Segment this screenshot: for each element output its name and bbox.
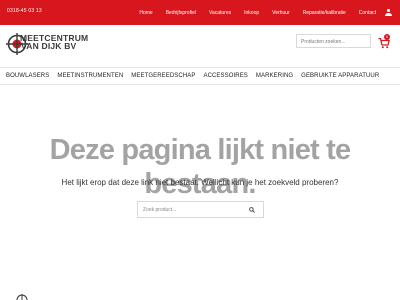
page-search-placeholder: Zoek product... bbox=[143, 207, 177, 213]
top-nav: Home Bedrijfsprofiel Vacatures Inkoop Ve… bbox=[126, 0, 392, 25]
category-meetgereedschap[interactable]: MEETGEREEDSCHAP bbox=[131, 73, 195, 79]
site-header: MEETCENTRUM VAN DIJK BV Producten zoeken… bbox=[0, 25, 400, 65]
site-logo[interactable]: MEETCENTRUM VAN DIJK BV bbox=[6, 31, 88, 57]
nav-bedrijfsprofiel[interactable]: Bedrijfsprofiel bbox=[166, 10, 196, 16]
nav-reparatie-kalibratie[interactable]: Reparatie/kalibratie bbox=[303, 10, 346, 16]
product-search-placeholder: Producten zoeken... bbox=[301, 39, 346, 45]
page-title: Deze pagina lijkt niet te bestaan. bbox=[49, 134, 351, 200]
footer-logo-icon bbox=[16, 294, 28, 300]
phone-number[interactable]: 0318-45 03 13 bbox=[7, 8, 42, 14]
cart-count-badge: 0 bbox=[384, 34, 390, 40]
category-meetinstrumenten[interactable]: MEETINSTRUMENTEN bbox=[57, 73, 123, 79]
not-found-message: Het lijkt erop dat deze link niet bestaa… bbox=[61, 178, 339, 187]
category-nav: BOUWLASERS MEETINSTRUMENTEN MEETGEREEDSC… bbox=[0, 67, 400, 85]
search-icon[interactable] bbox=[249, 207, 255, 213]
category-markering[interactable]: MARKERING bbox=[256, 73, 293, 79]
logo-line-2: VAN DIJK BV bbox=[21, 41, 77, 51]
page-search-input[interactable]: Zoek product... bbox=[137, 201, 264, 218]
nav-inkoop[interactable]: Inkoop bbox=[244, 10, 259, 16]
category-accessoires[interactable]: ACCESSOIRES bbox=[203, 73, 247, 79]
category-bouwlasers[interactable]: BOUWLASERS bbox=[6, 73, 49, 79]
top-bar: 0318-45 03 13 Home Bedrijfsprofiel Vacat… bbox=[0, 0, 400, 25]
nav-home[interactable]: Home bbox=[139, 10, 152, 16]
logo-wordmark: MEETCENTRUM VAN DIJK BV bbox=[20, 34, 88, 51]
nav-contact[interactable]: Contact bbox=[359, 10, 376, 16]
user-icon[interactable] bbox=[385, 9, 392, 16]
nav-vacatures[interactable]: Vacatures bbox=[209, 10, 231, 16]
nav-verhuur[interactable]: Verhuur bbox=[272, 10, 290, 16]
category-gebruikte-apparatuur[interactable]: GEBRUIKTE APPARATUUR bbox=[301, 73, 379, 79]
product-search-input[interactable]: Producten zoeken... bbox=[296, 34, 371, 48]
